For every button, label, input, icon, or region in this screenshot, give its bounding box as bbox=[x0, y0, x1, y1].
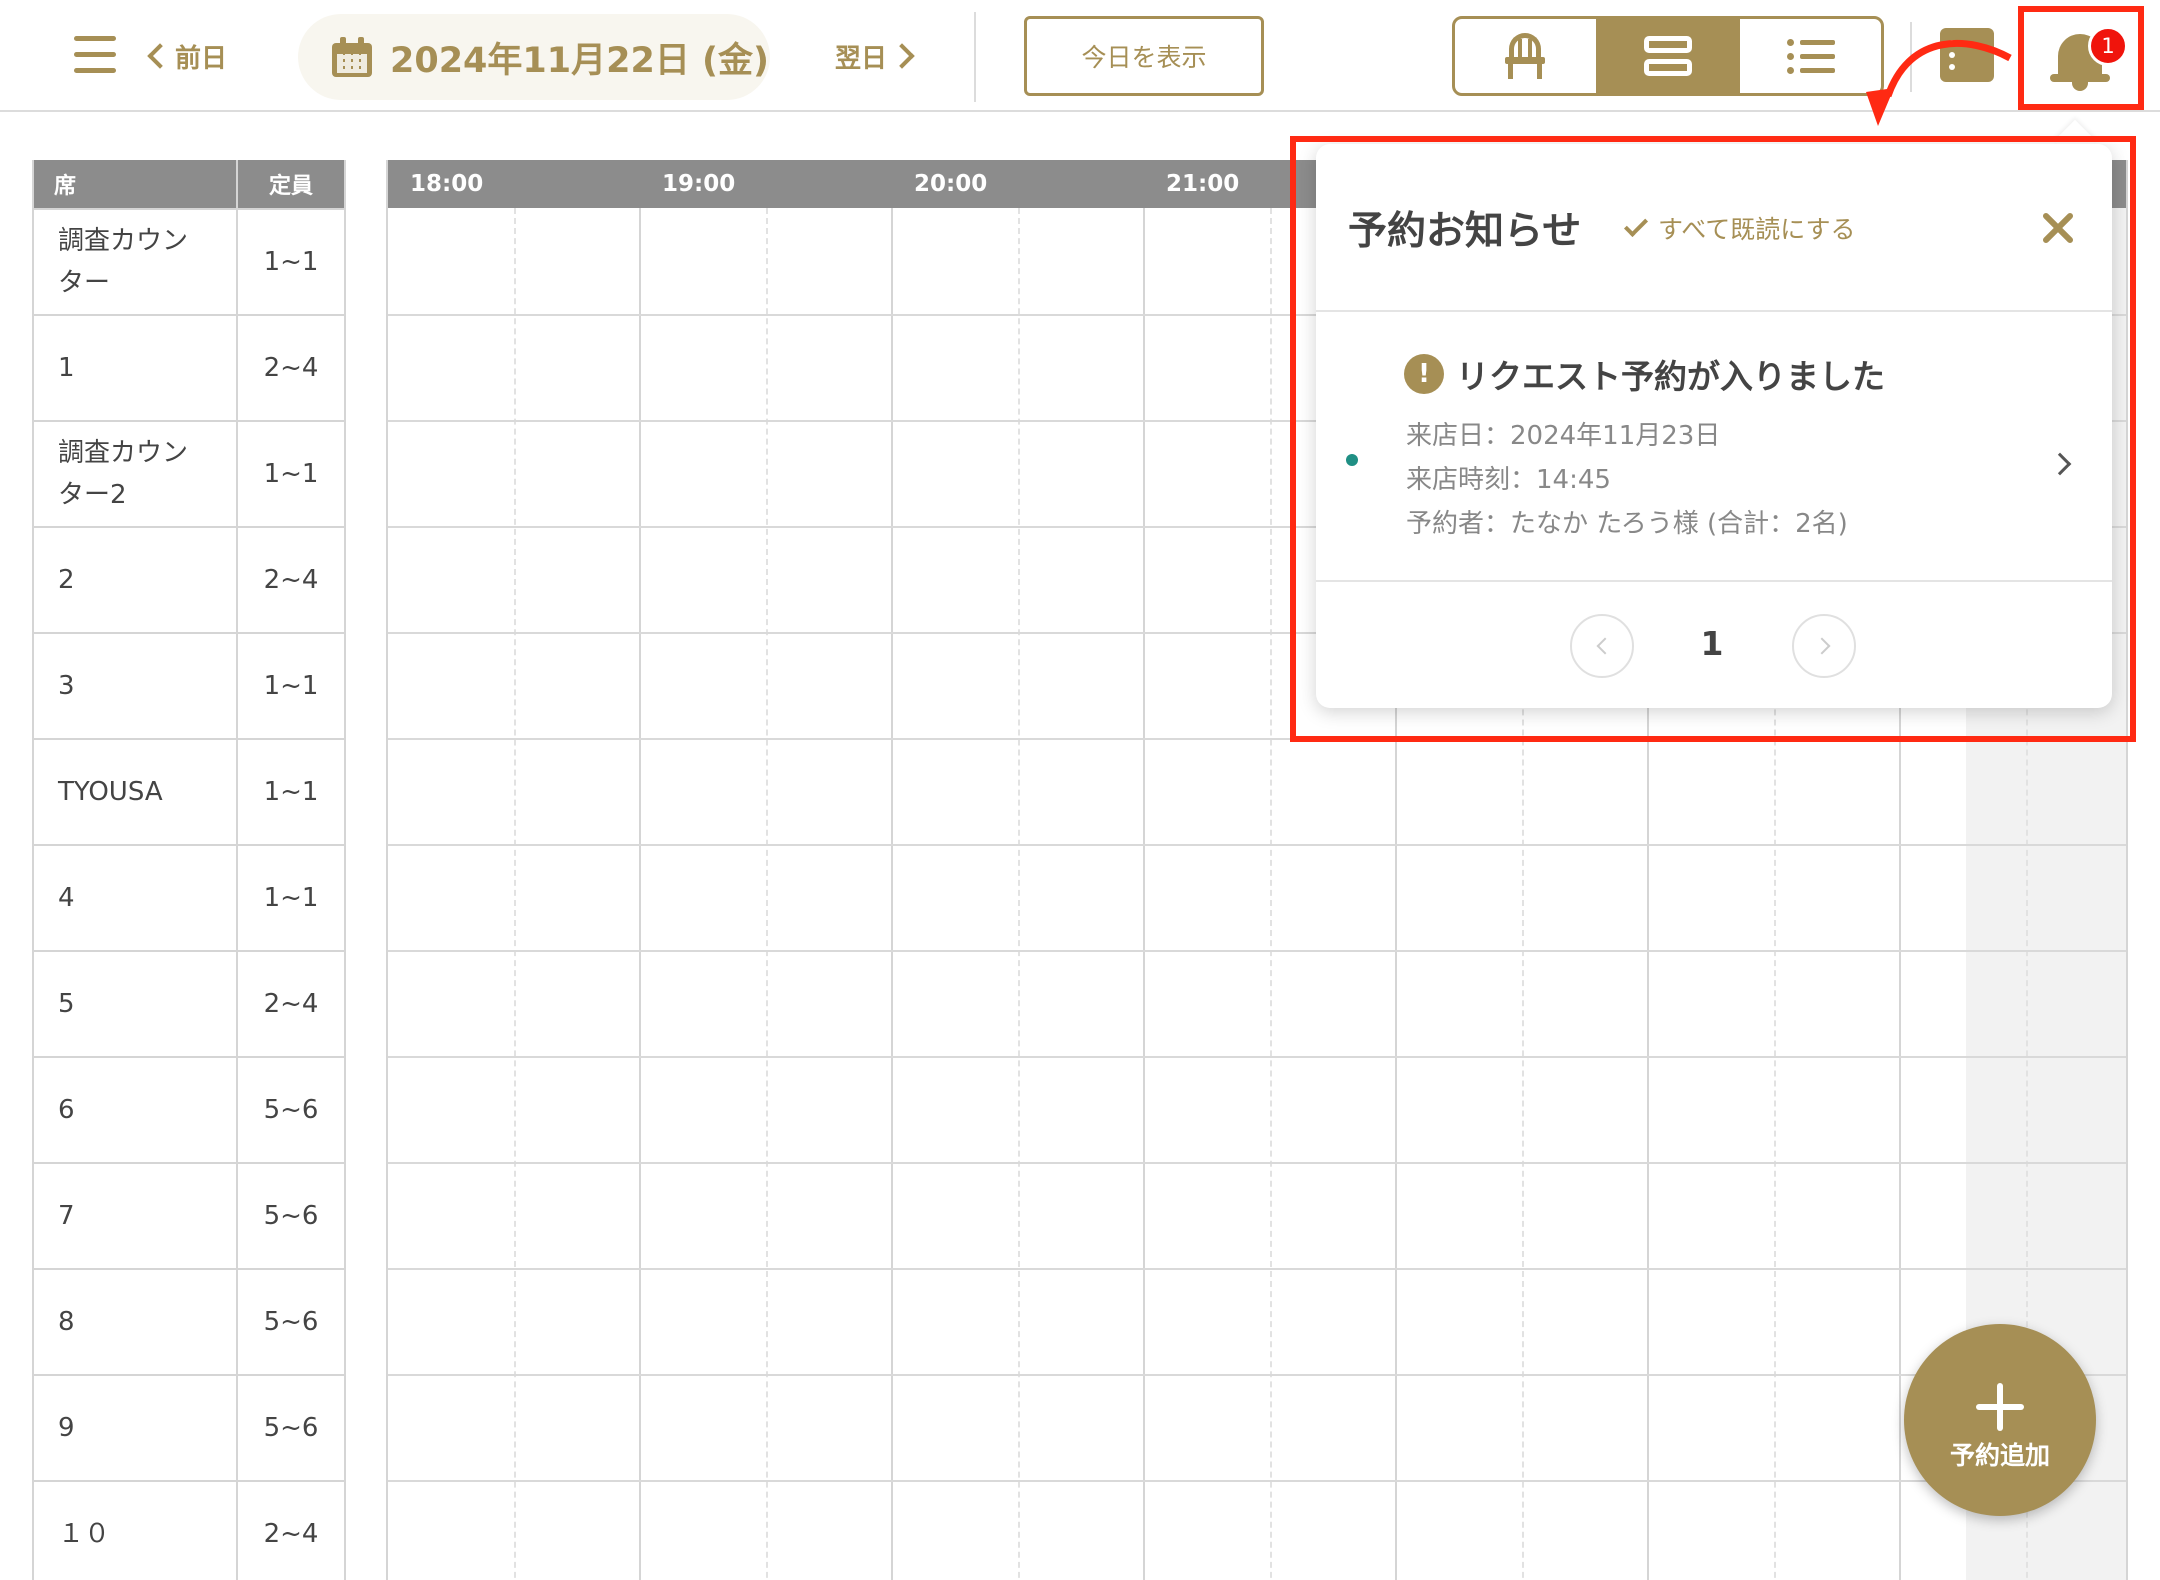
timeline-hour-label: 19:00 bbox=[662, 171, 736, 197]
seat-row: 5 2~4 bbox=[34, 950, 344, 1056]
capacity-column-header: 定員 bbox=[268, 174, 313, 199]
seat-table-header: 席 定員 bbox=[34, 160, 344, 208]
timeline-hour-line bbox=[1143, 160, 1145, 1580]
hamburger-menu-icon[interactable] bbox=[70, 30, 120, 80]
seat-name: 1 bbox=[34, 316, 238, 420]
timeline-view-button[interactable] bbox=[1595, 19, 1739, 93]
annotation-highlight-box bbox=[1290, 136, 2136, 742]
chevron-right-icon bbox=[889, 43, 915, 69]
seat-row: 3 1~1 bbox=[34, 632, 344, 738]
seat-capacity: 1~1 bbox=[263, 883, 319, 913]
timeline-hour-label: 20:00 bbox=[914, 171, 988, 197]
seat-row: 2 2~4 bbox=[34, 526, 344, 632]
seat-name: 7 bbox=[34, 1164, 238, 1268]
timeline-row-line bbox=[388, 1268, 2126, 1270]
seat-capacity: 1~1 bbox=[263, 247, 319, 277]
seat-capacity: 2~4 bbox=[263, 989, 319, 1019]
notification-bell-button[interactable]: 1 bbox=[2018, 6, 2144, 110]
date-picker[interactable]: 2024年11月22日 (金) bbox=[298, 14, 770, 100]
seat-row: １０ 2~4 bbox=[34, 1480, 344, 1580]
seat-row: 8 5~6 bbox=[34, 1268, 344, 1374]
seat-row: 調査カウンター2 1~1 bbox=[34, 420, 344, 526]
seat-capacity: 1~1 bbox=[263, 777, 319, 807]
list-icon bbox=[1786, 36, 1835, 76]
add-reservation-label: 予約追加 bbox=[1949, 1441, 2050, 1470]
seat-row: 7 5~6 bbox=[34, 1162, 344, 1268]
seat-name: １０ bbox=[34, 1482, 238, 1580]
plus-icon-vertical bbox=[1997, 1383, 2003, 1431]
seat-name: 調査カウンター bbox=[34, 210, 238, 314]
seat-capacity: 5~6 bbox=[263, 1095, 319, 1125]
seat-table: 席 定員 調査カウンター 1~1 1 2~4 調査カウンター2 1~1 2 2~4 3 1~1 TY… bbox=[32, 160, 346, 1580]
prev-day-button[interactable]: 前日 bbox=[145, 30, 227, 82]
seat-name: 2 bbox=[34, 528, 238, 632]
seat-row: TYOUSA 1~1 bbox=[34, 738, 344, 844]
timeline-row-line bbox=[388, 844, 2126, 846]
seat-row: 9 5~6 bbox=[34, 1374, 344, 1480]
notification-count-badge: 1 bbox=[2088, 26, 2128, 66]
seat-name: 調査カウンター2 bbox=[34, 422, 238, 526]
seat-name: 8 bbox=[34, 1270, 238, 1374]
next-day-button[interactable]: 翌日 bbox=[835, 30, 917, 82]
show-today-button[interactable]: 今日を表示 bbox=[1024, 16, 1264, 96]
chair-icon bbox=[1505, 33, 1546, 79]
seat-row: 4 1~1 bbox=[34, 844, 344, 950]
seat-capacity: 2~4 bbox=[263, 1519, 319, 1549]
seat-capacity: 2~4 bbox=[263, 353, 319, 383]
timeline-row-line bbox=[388, 1480, 2126, 1482]
view-toggle bbox=[1452, 16, 1884, 96]
seat-view-button[interactable] bbox=[1455, 19, 1596, 93]
seat-capacity: 5~6 bbox=[263, 1307, 319, 1337]
next-day-label: 翌日 bbox=[835, 43, 888, 74]
seat-row: 6 5~6 bbox=[34, 1056, 344, 1162]
add-reservation-button[interactable]: 予約追加 bbox=[1904, 1324, 2096, 1516]
seat-name: 3 bbox=[34, 634, 238, 738]
seat-capacity: 1~1 bbox=[263, 459, 319, 489]
timeline-row-line bbox=[388, 1374, 2126, 1376]
timeline-row-line bbox=[388, 950, 2126, 952]
divider bbox=[974, 12, 976, 102]
seat-capacity: 2~4 bbox=[263, 565, 319, 595]
timeline-hour-line bbox=[639, 160, 641, 1580]
seat-capacity: 5~6 bbox=[263, 1413, 319, 1443]
timeline-row-line bbox=[388, 1056, 2126, 1058]
timeline-hour-line bbox=[891, 160, 893, 1580]
seat-name: 6 bbox=[34, 1058, 238, 1162]
prev-day-label: 前日 bbox=[175, 43, 228, 74]
rows-icon bbox=[1644, 34, 1692, 78]
timeline-hour-label: 18:00 bbox=[410, 171, 484, 197]
seat-capacity: 5~6 bbox=[263, 1201, 319, 1231]
seat-capacity: 1~1 bbox=[263, 671, 319, 701]
seat-name: 9 bbox=[34, 1376, 238, 1480]
timeline-row-line bbox=[388, 1162, 2126, 1164]
calendar-icon bbox=[332, 37, 372, 77]
chevron-left-icon bbox=[147, 43, 173, 69]
seat-row: 調査カウンター 1~1 bbox=[34, 208, 344, 314]
seat-name: TYOUSA bbox=[34, 740, 238, 844]
seat-name: 4 bbox=[34, 846, 238, 950]
seat-column-header: 席 bbox=[34, 160, 238, 208]
current-date: 2024年11月22日 (金) bbox=[390, 40, 770, 81]
seat-name: 5 bbox=[34, 952, 238, 1056]
annotation-arrow-icon bbox=[1866, 40, 2012, 126]
seat-row: 1 2~4 bbox=[34, 314, 344, 420]
